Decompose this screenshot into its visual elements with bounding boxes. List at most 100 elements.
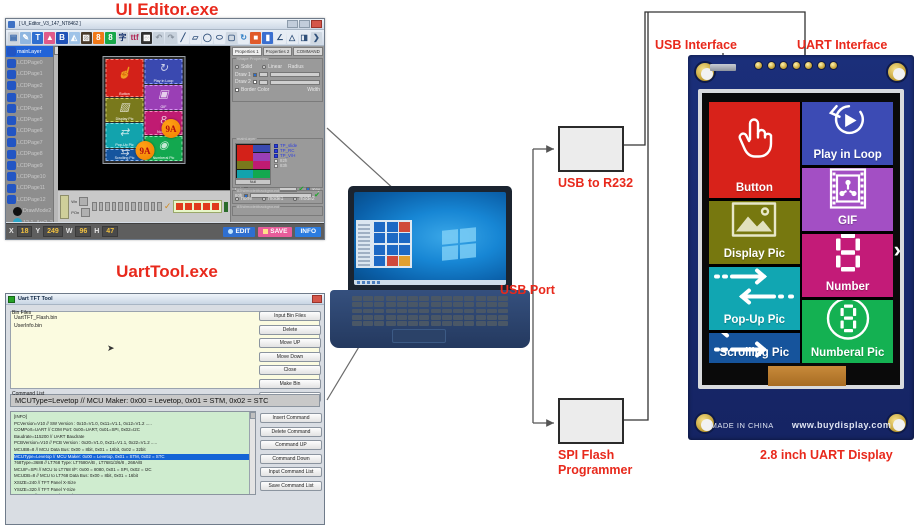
maximize-icon[interactable] (299, 20, 310, 28)
delete-command-button[interactable]: Delete Command (260, 426, 322, 437)
palette-swatches[interactable] (173, 200, 223, 213)
command-list[interactable]: [INFO] PCVersion=V10 // SW Version : 0x1… (10, 411, 256, 495)
tree-item[interactable]: LCDPage5 (6, 114, 58, 125)
bin-file-buttons[interactable]: Input Bin Files Delete Move UP Move Down… (259, 311, 321, 402)
command-input[interactable]: MCUType=Levetop // MCU Maker: 0x00 = Lev… (10, 394, 320, 407)
image-icon[interactable]: ▲ (44, 31, 56, 44)
draw2-checkbox[interactable] (253, 80, 257, 84)
command-line[interactable]: PCVersion=V10 // SW Version : 0x10=V1.0,… (14, 421, 252, 428)
rotate-icon[interactable]: ↻ (238, 31, 250, 44)
tree-item[interactable]: LCDPage0 (6, 57, 58, 68)
ui-editor-toolbar[interactable]: ▤ ✎ T ▲ B ◭ ▨ 8 8 字 ttf ▩ ↶ ↷ ╱ ▱ ◯ ⬭ ▢ … (6, 30, 324, 46)
draw2-radius-field[interactable] (270, 79, 320, 85)
ttf-icon[interactable]: ttf (129, 31, 141, 44)
angle-icon[interactable]: ∠ (274, 31, 286, 44)
command-line[interactable]: Baudrate=115200 // UART Baudrate (14, 434, 252, 441)
command-line[interactable]: MCUIF=SPI // MCU to LT768 I/F: 0x00 = 80… (14, 467, 252, 474)
tile-display-pic[interactable]: Display Pic (709, 200, 800, 265)
move-up-button[interactable]: Move UP (259, 338, 321, 348)
command-line[interactable]: MCUDB=8 // MCU to LT768 Data Bus: 0x00 =… (14, 473, 252, 480)
digit-orange-icon[interactable]: 8 (92, 31, 104, 44)
save-command-list-button[interactable]: Save Command List (260, 480, 322, 491)
text-tool-icon[interactable]: T (32, 31, 44, 44)
picture-icon[interactable]: ▨ (80, 31, 92, 44)
tree-item[interactable]: LCDPage11 (6, 183, 58, 194)
digit-green-icon[interactable]: 8 (104, 31, 116, 44)
minimize-icon[interactable] (287, 20, 298, 28)
square-icon[interactable]: ▢ (225, 31, 238, 44)
uart-tft-display-module[interactable]: Button Play in Loop GIF Display Pic Numb… (688, 55, 914, 440)
canvas-resource-strip[interactable]: Wn POn ✓ (58, 190, 230, 222)
tree-item[interactable]: LCDPage4 (6, 103, 58, 114)
next-icon[interactable]: ❯ (310, 31, 322, 44)
lcd-screen[interactable]: Button Play in Loop GIF Display Pic Numb… (709, 102, 893, 363)
layer-thumbnail[interactable] (235, 143, 271, 179)
bg-mode1-radio[interactable] (262, 197, 267, 201)
line-icon[interactable]: ╱ (177, 31, 189, 44)
fill-icon[interactable]: ◭ (68, 31, 80, 44)
bg-mode2-radio[interactable] (293, 197, 298, 201)
command-line[interactable]: MCUB8=8 // MCU Data Bus: 0x00 = 8bit, 0x… (14, 447, 252, 454)
linear-radio[interactable] (262, 65, 267, 69)
command-line[interactable]: VBPD=23 // Vsync Back-Porch (14, 493, 252, 494)
canvas-page-preview[interactable]: ☝ Button ↻ Play in Loop ▣ GIF ▨ Display … (102, 56, 186, 164)
command-line[interactable]: 768Type=3688 // LT768 Type: LT7680A/B , … (14, 460, 252, 467)
qr-icon[interactable]: ▩ (141, 31, 153, 44)
tile-gif[interactable]: GIF (802, 167, 893, 232)
tree-item[interactable]: LCDPage10 (6, 171, 58, 182)
ui-editor-properties-panel[interactable]: Properties 1 Properties 2 COMMAND Shape … (230, 46, 324, 222)
brush-icon[interactable]: ✎ (20, 31, 32, 44)
preview-tile-gif[interactable]: ▣ GIF (144, 84, 183, 110)
add-resource-icon[interactable] (224, 201, 229, 212)
command-line[interactable]: YSIZE=320 // TFT Panel Y-Size (14, 487, 252, 494)
tile-play-in-loop[interactable]: Play in Loop (802, 102, 893, 166)
bg-mode-none-radio[interactable] (235, 197, 239, 201)
command-down-button[interactable]: Command Down (260, 453, 322, 464)
ellipse-icon[interactable]: ⬭ (213, 31, 225, 44)
rect-icon[interactable]: ▱ (189, 31, 201, 44)
ui-editor-layer-tree[interactable]: mainLayer LCDPage0 LCDPage1 LCDPage2 LCD… (6, 46, 58, 222)
tile-number[interactable]: Number (802, 233, 893, 298)
bold-icon[interactable]: B (56, 31, 68, 44)
draw2-color-field[interactable] (259, 79, 268, 85)
command-line[interactable]: PCBVersion=V10 // PCB Version : 0x20=V1.… (14, 440, 252, 447)
tree-item[interactable]: LCDPage12 (6, 194, 58, 205)
tab-properties-2[interactable]: Properties 2 (262, 47, 293, 56)
tp-option-row[interactable]: 83h (274, 163, 320, 168)
tree-item[interactable]: LCDPage9 (6, 160, 58, 171)
save-button[interactable]: SAVE (258, 226, 293, 237)
command-list-scrollbar[interactable] (249, 412, 255, 494)
tree-item[interactable]: LCDPage7 (6, 137, 58, 148)
preview-tile-play-in-loop[interactable]: ↻ Play in Loop (144, 59, 183, 84)
uart-tool-window[interactable]: Uart TFT Tool Bin Files UartTFT_Flash.bi… (5, 293, 325, 525)
move-down-button[interactable]: Move Down (259, 351, 321, 362)
close-button[interactable]: Close (259, 365, 321, 375)
preview-tile-button[interactable]: ☝ Button (105, 59, 144, 97)
input-command-list-button[interactable]: Input Command List (260, 467, 322, 477)
close-icon[interactable] (311, 20, 322, 28)
delete-button[interactable]: Delete (259, 324, 321, 335)
tree-item[interactable]: LCDPage3 (6, 92, 58, 103)
bar-icon[interactable]: ▮ (262, 31, 274, 44)
tile-pop-up-pic[interactable]: Pop-Up Pic (709, 266, 800, 331)
open-file-icon[interactable]: ▤ (8, 31, 20, 44)
font-cn-icon[interactable]: 字 (116, 31, 129, 44)
draw1-color-field[interactable] (259, 72, 268, 77)
stop-icon[interactable]: ■ (250, 31, 262, 44)
tree-item[interactable]: LCDPage2 (6, 80, 58, 91)
tree-item[interactable]: DrawMode2 (6, 205, 58, 216)
redo-icon[interactable]: ↷ (165, 31, 177, 44)
undo-icon[interactable]: ↶ (153, 31, 165, 44)
draw1-radius-field[interactable] (270, 72, 320, 77)
tree-item[interactable]: LCDPage6 (6, 126, 58, 137)
window-controls[interactable] (287, 20, 322, 28)
input-bin-files-button[interactable]: Input Bin Files (259, 311, 321, 321)
tree-item[interactable]: mainLayer (6, 46, 58, 58)
tree-item[interactable]: LCDPage1 (6, 69, 58, 80)
tab-command[interactable]: COMMAND (293, 47, 324, 56)
properties-tabs[interactable]: Properties 1 Properties 2 COMMAND (232, 47, 324, 56)
command-line[interactable]: COMPort=UART // COM Port: 0x00=UART, 0x0… (14, 427, 252, 434)
tile-scrolling-pic[interactable]: Scrolling Pic (709, 332, 800, 363)
polygon-icon[interactable]: ◨ (298, 31, 310, 44)
command-up-button[interactable]: Command UP (260, 440, 322, 450)
